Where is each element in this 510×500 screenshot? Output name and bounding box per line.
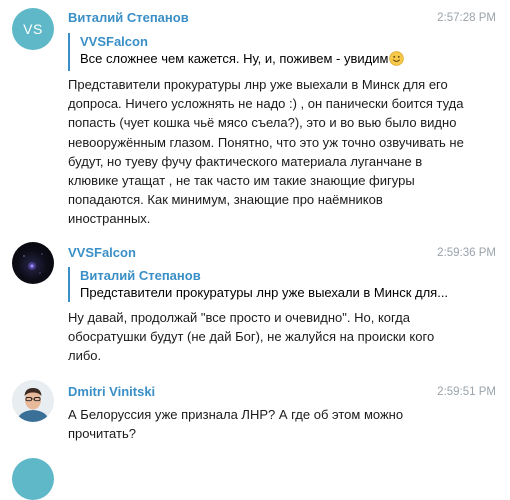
- message-time: 2:59:51 PM: [437, 386, 496, 398]
- message-item: Dmitri Vinitski 2:59:51 PM А Белоруссия …: [0, 376, 510, 456]
- avatar-image: [23, 253, 43, 274]
- reply-quote[interactable]: Виталий Степанов Представители прокурату…: [68, 267, 470, 302]
- avatar-image: [12, 380, 54, 422]
- reply-quote[interactable]: VVSFalcon Все сложнее чем кажется. Ну, и…: [68, 33, 470, 71]
- reply-text: Все сложнее чем кажется. Ну, и, поживем …: [80, 50, 470, 71]
- reply-author: Виталий Степанов: [80, 268, 201, 283]
- message-item: VVSFalcon 2:59:36 PM Виталий Степанов Пр…: [0, 240, 510, 376]
- message-author[interactable]: Виталий Степанов: [68, 10, 189, 25]
- avatar[interactable]: [12, 458, 54, 500]
- message-author[interactable]: VVSFalcon: [68, 245, 136, 260]
- reply-author: VVSFalcon: [80, 34, 148, 49]
- message-text: А Белоруссия уже признала ЛНР? А где об …: [68, 407, 404, 442]
- message-author[interactable]: Dmitri Vinitski: [68, 384, 155, 399]
- avatar[interactable]: VS: [12, 8, 54, 50]
- message-text: Представители прокуратуры лнр уже выехал…: [68, 77, 464, 227]
- avatar-initials: VS: [23, 21, 43, 37]
- reply-text: Представители прокуратуры лнр уже выехал…: [80, 285, 449, 300]
- message-time: 2:59:36 PM: [437, 247, 496, 259]
- avatar[interactable]: [12, 380, 54, 422]
- message-text: Ну давай, продолжай "все просто и очевид…: [68, 310, 435, 364]
- avatar[interactable]: [12, 242, 54, 284]
- slightly-smiling-face-icon: [389, 51, 405, 71]
- message-item: VS Виталий Степанов 2:57:28 PM VVSFalcon…: [0, 0, 510, 240]
- message-time: 2:57:28 PM: [437, 12, 496, 24]
